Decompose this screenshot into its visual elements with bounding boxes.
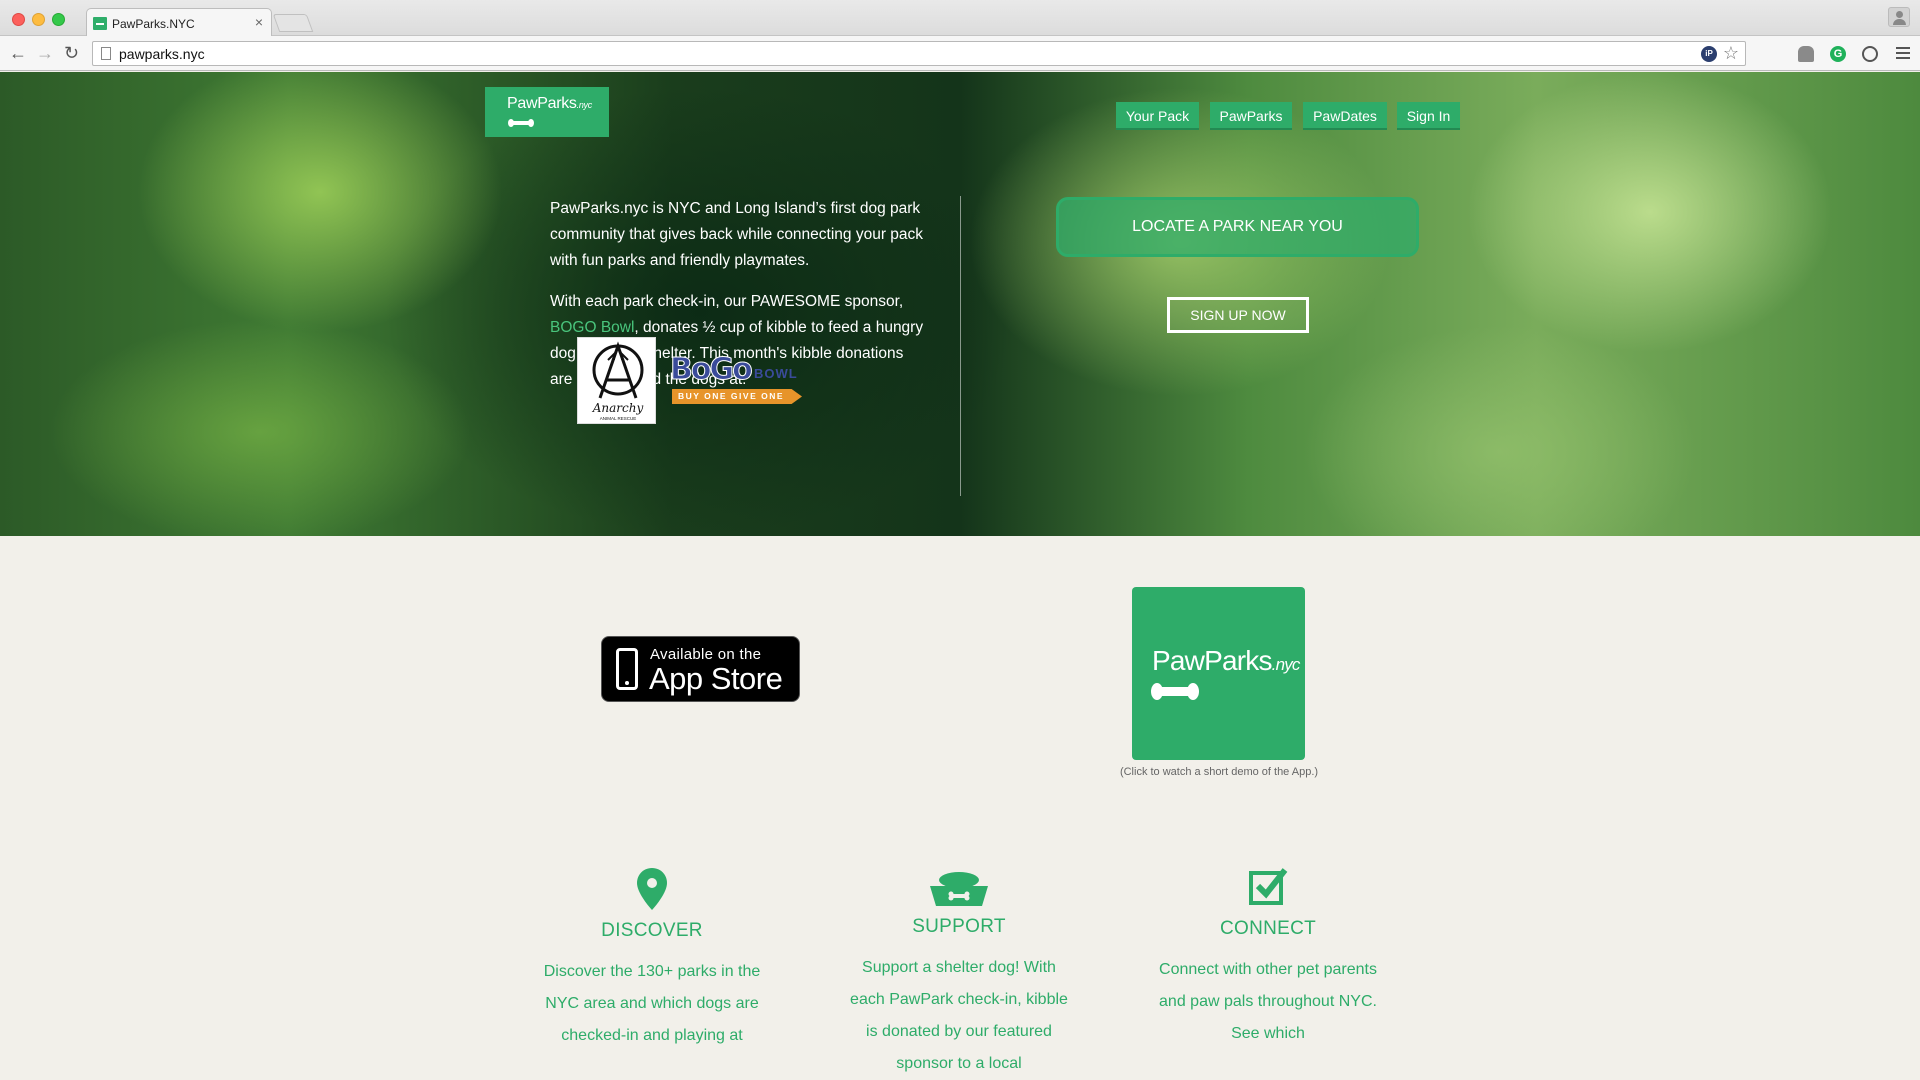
iphone-icon (616, 648, 638, 690)
intro-paragraph: PawParks.nyc is NYC and Long Island’s fi… (550, 200, 924, 269)
rescue-logo-subtext: ANIMAL RESCUE (600, 416, 637, 421)
url-text[interactable]: pawparks.nyc (119, 46, 205, 62)
browser-tab-strip: PawParks.NYC × (0, 0, 1920, 37)
map-pin-icon (522, 868, 782, 910)
feature-title: SUPPORT (912, 916, 1006, 937)
bogo-bowl-word: BOWL (754, 366, 798, 381)
ip-extension-icon[interactable]: iP (1701, 46, 1717, 62)
app-demo-tile[interactable]: PawParks.nyc (1132, 587, 1305, 760)
nav-sign-in[interactable]: Sign In (1397, 102, 1460, 130)
page-icon (101, 47, 111, 60)
logo-suffix: .nyc (576, 100, 593, 110)
bogo-bowl-link[interactable]: BOGO Bowl (550, 319, 634, 336)
feature-title: DISCOVER (601, 920, 703, 941)
sign-up-button[interactable]: SIGN UP NOW (1167, 297, 1309, 333)
feature-title: CONNECT (1219, 918, 1317, 939)
reload-icon[interactable]: ↻ (64, 43, 79, 63)
sponsor-text-before: With each park check-in, our PAWESOME sp… (550, 293, 904, 310)
locate-park-button[interactable]: LOCATE A PARK NEAR YOU (1056, 197, 1419, 257)
bookmark-star-icon[interactable]: ☆ (1723, 43, 1739, 64)
dog-bowl-icon (829, 864, 1089, 906)
bone-icon (1151, 683, 1199, 700)
checkbox-icon (1138, 866, 1398, 908)
bogo-bowl-logo[interactable]: BoGo BOWL BUY ONE GIVE ONE (668, 352, 810, 410)
nav-pawdates[interactable]: PawDates (1303, 102, 1387, 130)
favicon-icon (93, 17, 107, 30)
new-tab-button[interactable] (272, 14, 314, 32)
close-window-button[interactable] (12, 13, 25, 26)
browser-tab[interactable]: PawParks.NYC × (86, 8, 272, 37)
ghostery-icon[interactable] (1798, 46, 1814, 62)
zoom-window-button[interactable] (52, 13, 65, 26)
browser-toolbar: ← → ↻ pawparks.nyc iP ☆ G (0, 36, 1920, 71)
feature-support: SUPPORT Support a shelter dog! With each… (829, 864, 1089, 1080)
feature-connect: CONNECT Connect with other pet parents a… (1138, 866, 1398, 1050)
app-demo-caption: (Click to watch a short demo of the App.… (1119, 766, 1319, 778)
feature-text: Discover the 130+ parks in the NYC area … (543, 963, 761, 1044)
site-logo[interactable]: PawParks.nyc (485, 87, 609, 137)
anarchy-rescue-logo[interactable]: Anarchy ANIMAL RESCUE (577, 337, 656, 424)
bogo-ribbon: BUY ONE GIVE ONE (672, 389, 802, 404)
sync-icon[interactable] (1862, 46, 1878, 62)
tab-title: PawParks.NYC (112, 17, 195, 31)
feature-text: Support a shelter dog! With each PawPark… (850, 959, 1068, 1072)
grammarly-icon[interactable]: G (1830, 46, 1846, 62)
back-arrow-icon[interactable]: ← (9, 43, 27, 63)
rescue-logo-text: Anarchy (592, 401, 644, 415)
app-tile-suffix: .nyc (1271, 655, 1301, 674)
nav-pawparks[interactable]: PawParks (1210, 102, 1292, 130)
app-store-badge[interactable]: Available on the App Store (601, 636, 800, 702)
app-store-line2: App Store (649, 661, 783, 696)
forward-arrow-icon[interactable]: → (36, 43, 54, 63)
hero-section: PawParks.nyc Your Pack PawParks PawDates… (0, 72, 1920, 536)
anarchy-symbol-icon: Anarchy ANIMAL RESCUE (592, 341, 644, 421)
minimize-window-button[interactable] (32, 13, 45, 26)
hero-divider (960, 196, 961, 496)
close-tab-icon[interactable]: × (255, 14, 263, 30)
feature-text: Connect with other pet parents and paw p… (1159, 961, 1377, 1042)
browser-menu-icon[interactable] (1896, 47, 1910, 59)
feature-discover: DISCOVER Discover the 130+ parks in the … (522, 868, 782, 1052)
app-tile-name: PawParks (1152, 645, 1272, 676)
address-bar[interactable]: pawparks.nyc iP ☆ (92, 41, 1746, 66)
bone-icon (508, 119, 534, 127)
bogo-letters: BoGo (670, 352, 754, 388)
profile-icon[interactable] (1888, 7, 1910, 27)
nav-your-pack[interactable]: Your Pack (1116, 102, 1199, 130)
logo-name: PawParks (507, 95, 577, 112)
